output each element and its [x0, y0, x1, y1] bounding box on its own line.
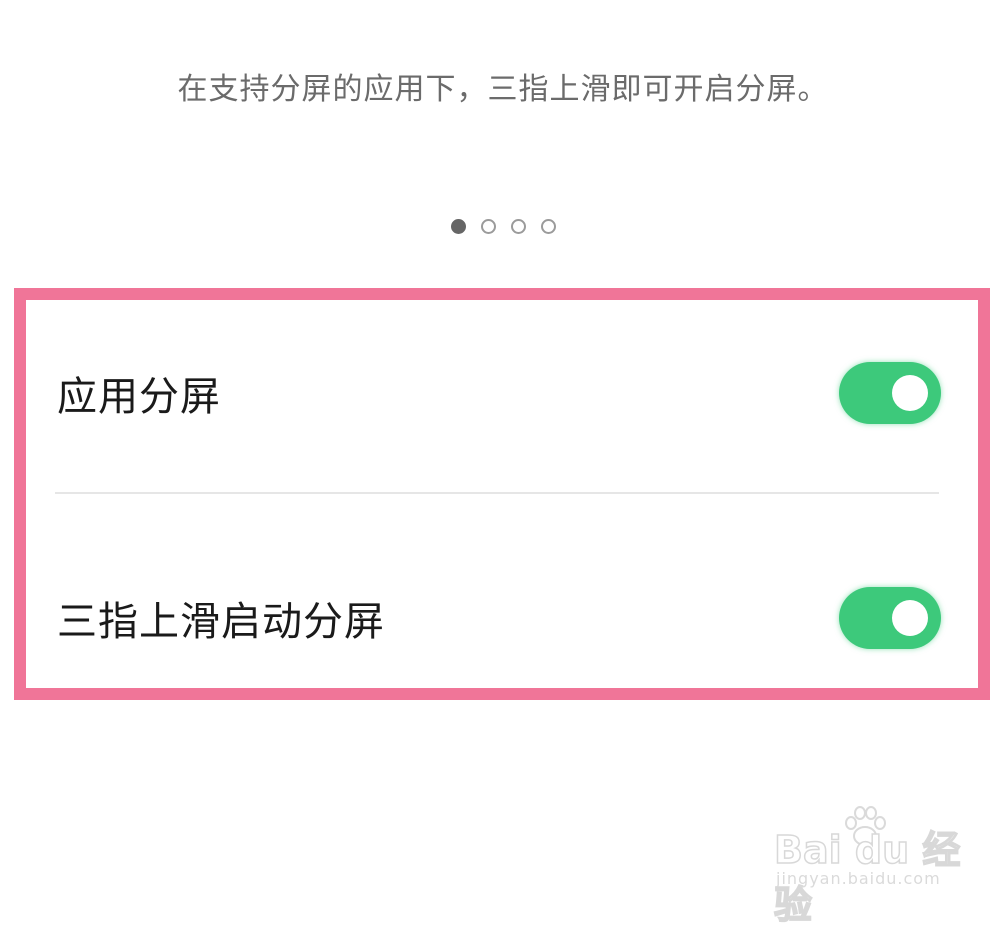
divider [55, 492, 939, 494]
setting-label-app-split-screen: 应用分屏 [57, 374, 221, 420]
split-screen-settings-panel: 应用分屏 三指上滑启动分屏 [14, 288, 990, 700]
baidu-jingyan-watermark: Bai du 经验 jingyan.baidu.com [770, 805, 990, 928]
setting-row-app-split-screen[interactable]: 应用分屏 [26, 333, 978, 453]
watermark-domain: jingyan.baidu.com [776, 869, 941, 888]
app-split-screen-toggle[interactable] [839, 362, 941, 424]
toggle-knob [892, 600, 928, 636]
page-dot-4[interactable] [540, 219, 556, 234]
page-dot-2[interactable] [480, 219, 496, 234]
toggle-knob [892, 375, 928, 411]
setting-label-three-finger-swipe: 三指上滑启动分屏 [57, 599, 385, 645]
page-dot-1-active[interactable] [450, 219, 466, 234]
setting-row-three-finger-swipe[interactable]: 三指上滑启动分屏 [26, 558, 978, 678]
three-finger-swipe-toggle[interactable] [839, 587, 941, 649]
split-screen-hint-text: 在支持分屏的应用下，三指上滑即可开启分屏。 [177, 72, 829, 107]
page-dot-3[interactable] [510, 219, 526, 234]
page-indicator [0, 219, 1006, 234]
